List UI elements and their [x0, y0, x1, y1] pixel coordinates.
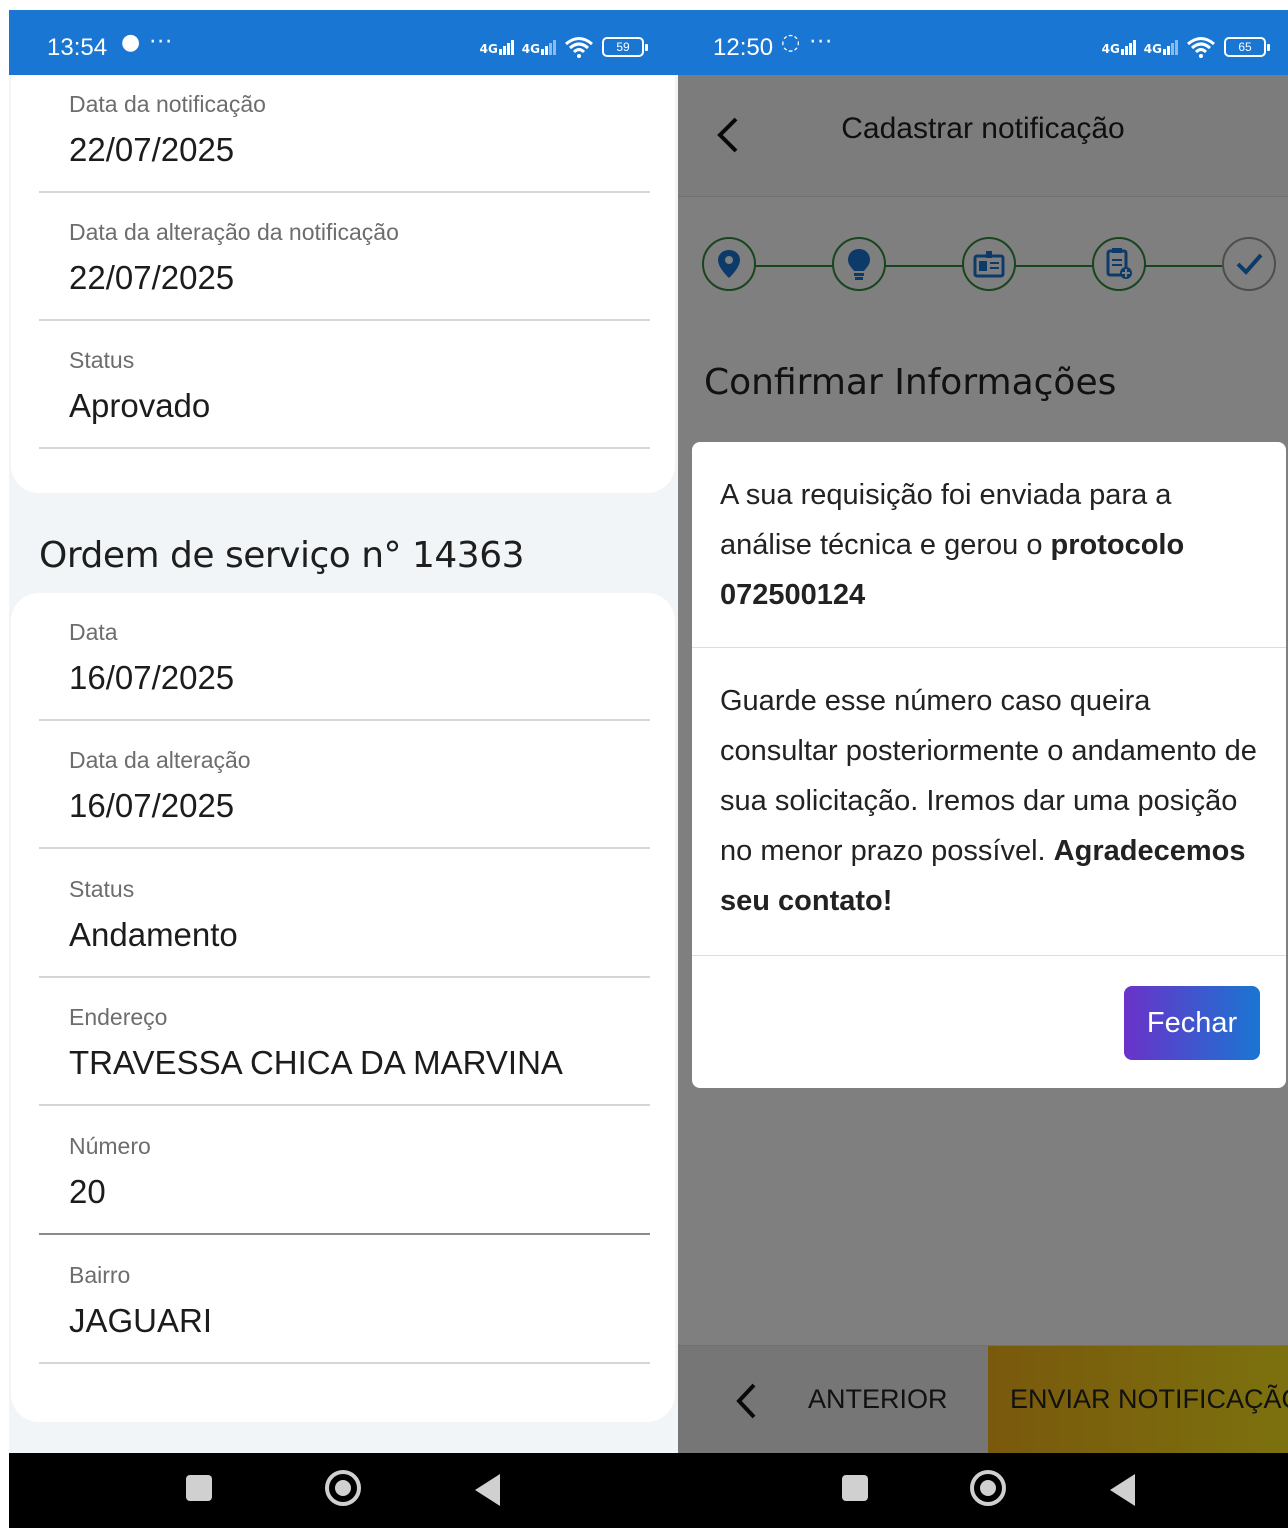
field-os-neighborhood: Bairro JAGUARI [39, 1236, 650, 1364]
signal-icon: 4G [1102, 39, 1136, 55]
notification-card: Data da notificação 22/07/2025 Data da a… [11, 75, 675, 493]
right-screen: 12:50 ◌ ··· 4G 4G 65 Cadastrar notificaç… [678, 10, 1288, 1528]
field-value: Andamento [69, 916, 238, 953]
status-bar: 12:50 ◌ ··· 4G 4G 65 [678, 10, 1288, 75]
field-value: 22/07/2025 [69, 259, 235, 296]
signal-icon: 4G [1144, 39, 1178, 55]
field-label: Status [69, 347, 135, 373]
field-label: Endereço [69, 1004, 168, 1030]
battery-icon: 65 [1224, 37, 1270, 57]
left-screen: 13:54 ● ··· 4G 4G 59 Data da notificação… [9, 10, 678, 1528]
field-label: Data [69, 619, 118, 645]
field-value: 16/07/2025 [69, 659, 235, 696]
field-notification-change-date: Data da alteração da notificação 22/07/2… [39, 193, 650, 321]
home-icon[interactable] [970, 1470, 1006, 1506]
field-value: JAGUARI [69, 1302, 213, 1339]
wifi-icon [565, 37, 593, 58]
signal-icon: 4G [522, 39, 556, 55]
confirmation-dialog: A sua requisição foi enviada para a anál… [692, 442, 1286, 1088]
field-os-change-date: Data da alteração 16/07/2025 [39, 721, 650, 849]
service-order-card: Data 16/07/2025 Data da alteração 16/07/… [11, 593, 675, 1422]
field-os-address: Endereço TRAVESSA CHICA DA MARVINA [39, 978, 650, 1106]
field-value: 22/07/2025 [69, 131, 235, 168]
field-os-number: Número 20 [39, 1107, 650, 1235]
back-icon[interactable] [475, 1474, 500, 1506]
field-value: Aprovado [69, 387, 211, 424]
home-icon[interactable] [325, 1470, 361, 1506]
field-value: TRAVESSA CHICA DA MARVINA [69, 1044, 563, 1081]
field-value: 20 [69, 1173, 106, 1210]
field-label: Status [69, 876, 135, 902]
field-os-status: Status Andamento [39, 850, 650, 978]
dialog-info: Guarde esse número caso queira consultar… [720, 676, 1264, 926]
status-time: 12:50 [713, 34, 774, 61]
field-label: Bairro [69, 1262, 131, 1288]
status-icons: 4G 4G 59 [480, 36, 648, 58]
field-notification-date: Data da notificação 22/07/2025 [39, 65, 650, 193]
field-label: Número [69, 1133, 151, 1159]
field-os-date: Data 16/07/2025 [39, 593, 650, 721]
battery-icon: 59 [602, 37, 648, 57]
status-icons: 4G 4G 65 [1102, 36, 1270, 58]
dialog-message: A sua requisição foi enviada para a anál… [720, 470, 1264, 620]
dialog-info-section: Guarde esse número caso queira consultar… [692, 648, 1286, 956]
recent-apps-icon[interactable] [842, 1475, 868, 1501]
signal-icon: 4G [480, 39, 514, 55]
field-label: Data da notificação [69, 91, 266, 117]
field-label: Data da alteração da notificação [69, 219, 399, 245]
android-nav-bar [678, 1453, 1288, 1528]
notification-icons: ● ··· [121, 30, 174, 55]
wifi-icon [1187, 37, 1215, 58]
recent-apps-icon[interactable] [186, 1475, 212, 1501]
status-time: 13:54 [47, 34, 108, 61]
back-icon[interactable] [1110, 1474, 1135, 1506]
notification-icons: ◌ ··· [781, 30, 834, 55]
android-nav-bar [9, 1453, 678, 1528]
service-order-title: Ordem de serviço n° 14363 [39, 535, 525, 576]
close-button[interactable]: Fechar [1124, 986, 1260, 1060]
field-value: 16/07/2025 [69, 787, 235, 824]
dialog-message-section: A sua requisição foi enviada para a anál… [692, 442, 1286, 648]
field-notification-status: Status Aprovado [39, 321, 650, 449]
field-label: Data da alteração [69, 747, 251, 773]
